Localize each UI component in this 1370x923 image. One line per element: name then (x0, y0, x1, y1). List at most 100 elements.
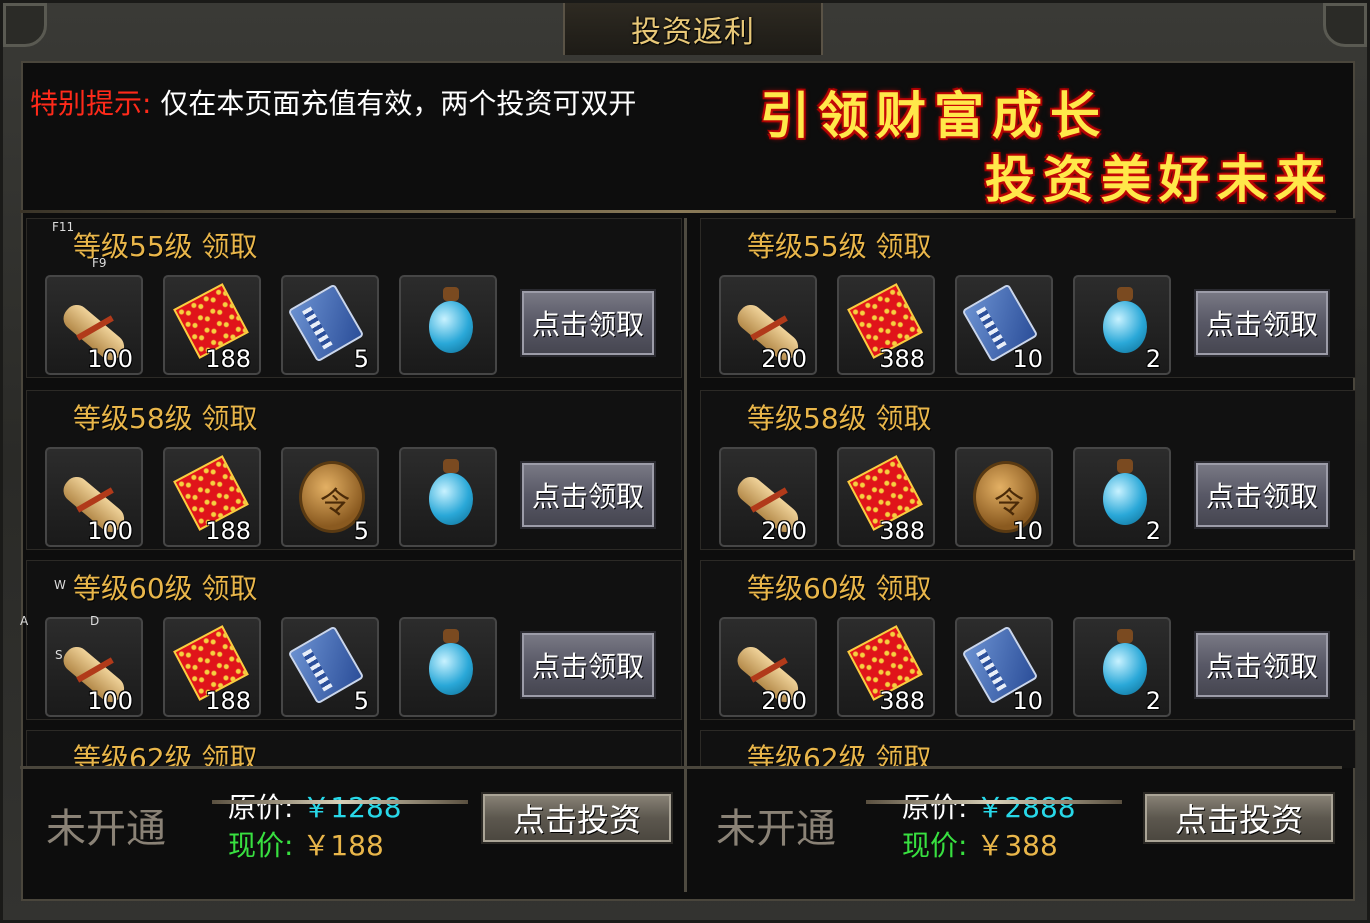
reward-slot[interactable]: 10 (955, 447, 1053, 547)
reward-slot[interactable]: 2 (1073, 275, 1171, 375)
tier-title: 等级60级 领取 (747, 572, 932, 605)
price-strikethrough (212, 800, 468, 804)
item-quantity: 5 (353, 345, 369, 373)
window-title: 投资返利 (631, 15, 755, 50)
item-quantity: 10 (1012, 345, 1043, 373)
reward-slot[interactable]: 100 (45, 447, 143, 547)
tier-title: 等级60级 领取 (73, 572, 258, 605)
current-price-label: 现价: (902, 829, 968, 862)
original-price-value: ￥1288 (302, 791, 402, 824)
item-quantity: 5 (353, 687, 369, 715)
investment-column-right: 等级55级 领取 200 388 10 2 点击领取等级58级 领取 200 (700, 218, 1358, 768)
reward-slot[interactable]: 10 (955, 617, 1053, 717)
reward-tier: 等级62级 领取 (26, 730, 682, 768)
investment-column-left: 等级55级 领取 100 188 5 点击领取 等级58级 领取 100 188… (26, 218, 684, 768)
item-quantity: 100 (87, 345, 133, 373)
item-quantity: 2 (1145, 517, 1161, 545)
claim-button[interactable]: 点击领取 (1194, 461, 1330, 529)
item-quantity: 388 (879, 345, 925, 373)
reward-slot[interactable]: 5 (281, 447, 379, 547)
item-quantity: 100 (87, 517, 133, 545)
item-quantity: 388 (879, 687, 925, 715)
reward-slot[interactable]: 388 (837, 447, 935, 547)
reward-slot[interactable]: 2 (1073, 617, 1171, 717)
reward-tier: 等级58级 领取 100 188 5 点击领取 (26, 390, 682, 550)
slogan-line-2: 投资美好未来 (985, 150, 1333, 209)
item-quantity: 200 (761, 517, 807, 545)
item-quantity: 188 (205, 687, 251, 715)
claim-button[interactable]: 点击领取 (1194, 631, 1330, 699)
item-quantity: 2 (1145, 687, 1161, 715)
item-quantity: 188 (205, 517, 251, 545)
reward-slot[interactable]: 188 (163, 275, 261, 375)
tier-title: 等级62级 领取 (73, 742, 258, 768)
investment-status: 未开通 (46, 806, 166, 852)
claim-button[interactable]: 点击领取 (520, 289, 656, 357)
reward-slot[interactable]: 5 (281, 275, 379, 375)
tier-title: 等级62级 领取 (747, 742, 932, 768)
current-price: 现价: ￥188 (228, 824, 384, 864)
reward-slot[interactable]: 200 (719, 617, 817, 717)
invest-button[interactable]: 点击投资 (1143, 792, 1335, 844)
hud-key-hint: A (20, 614, 29, 628)
investment-status: 未开通 (716, 806, 836, 852)
claim-button[interactable]: 点击领取 (1194, 289, 1330, 357)
reward-slot[interactable]: 100 (45, 617, 143, 717)
frame-corner-ornament (1323, 3, 1367, 47)
item-quantity: 200 (761, 345, 807, 373)
reward-slot[interactable] (399, 617, 497, 717)
current-price-value: ￥188 (302, 829, 384, 862)
header-divider (20, 210, 1336, 213)
hud-key-hint: F9 (92, 256, 107, 270)
tier-title: 等级58级 领取 (747, 402, 932, 435)
price-strikethrough (866, 800, 1122, 804)
notice-text: 仅在本页面充值有效，两个投资可双开 (160, 87, 637, 120)
reward-slot[interactable]: 200 (719, 447, 817, 547)
tier-title: 等级55级 领取 (747, 230, 932, 263)
reward-tier: 等级60级 领取 100 188 5 点击领取 (26, 560, 682, 720)
reward-slot[interactable]: 388 (837, 617, 935, 717)
reward-slot[interactable] (399, 275, 497, 375)
original-price-label: 原价: (902, 791, 968, 824)
notice-label: 特别提示: (30, 87, 152, 120)
original-price: 原价: ￥2888 (902, 786, 1076, 826)
reward-tier: 等级58级 领取 200 388 10 2 点击领取 (700, 390, 1356, 550)
item-quantity: 5 (353, 517, 369, 545)
reward-tier: 等级55级 领取 100 188 5 点击领取 (26, 218, 682, 378)
reward-slot[interactable]: 2 (1073, 447, 1171, 547)
current-price: 现价: ￥388 (902, 824, 1058, 864)
item-quantity: 10 (1012, 517, 1043, 545)
claim-button[interactable]: 点击领取 (520, 631, 656, 699)
reward-slot[interactable]: 188 (163, 447, 261, 547)
item-quantity: 200 (761, 687, 807, 715)
notice: 特别提示: 仅在本页面充值有效，两个投资可双开 (30, 82, 636, 122)
frame-corner-ornament (3, 3, 47, 47)
item-quantity: 10 (1012, 687, 1043, 715)
hud-key-hint: W (54, 578, 66, 592)
slogan-line-1: 引领财富成长 (760, 86, 1108, 145)
claim-button[interactable]: 点击领取 (520, 461, 656, 529)
reward-tier: 等级62级 领取 (700, 730, 1356, 768)
reward-slot[interactable]: 200 (719, 275, 817, 375)
reward-slot[interactable]: 10 (955, 275, 1053, 375)
reward-tier: 等级60级 领取 200 388 10 2 点击领取 (700, 560, 1356, 720)
reward-slot[interactable] (399, 447, 497, 547)
original-price-label: 原价: (228, 791, 294, 824)
column-divider (684, 218, 687, 892)
current-price-label: 现价: (228, 829, 294, 862)
item-quantity: 2 (1145, 345, 1161, 373)
tier-title: 等级58级 领取 (73, 402, 258, 435)
reward-slot[interactable]: 5 (281, 617, 379, 717)
reward-slot[interactable]: 188 (163, 617, 261, 717)
current-price-value: ￥388 (976, 829, 1058, 862)
hud-key-hint: S (55, 648, 63, 662)
invest-button[interactable]: 点击投资 (481, 792, 673, 844)
footer-divider (20, 766, 1342, 769)
hud-key-hint: D (90, 614, 100, 628)
original-price: 原价: ￥1288 (228, 786, 402, 826)
reward-slot[interactable]: 388 (837, 275, 935, 375)
original-price-value: ￥2888 (976, 791, 1076, 824)
title-plate: 投资返利 (563, 3, 823, 55)
reward-slot[interactable]: 100 (45, 275, 143, 375)
item-quantity: 188 (205, 345, 251, 373)
